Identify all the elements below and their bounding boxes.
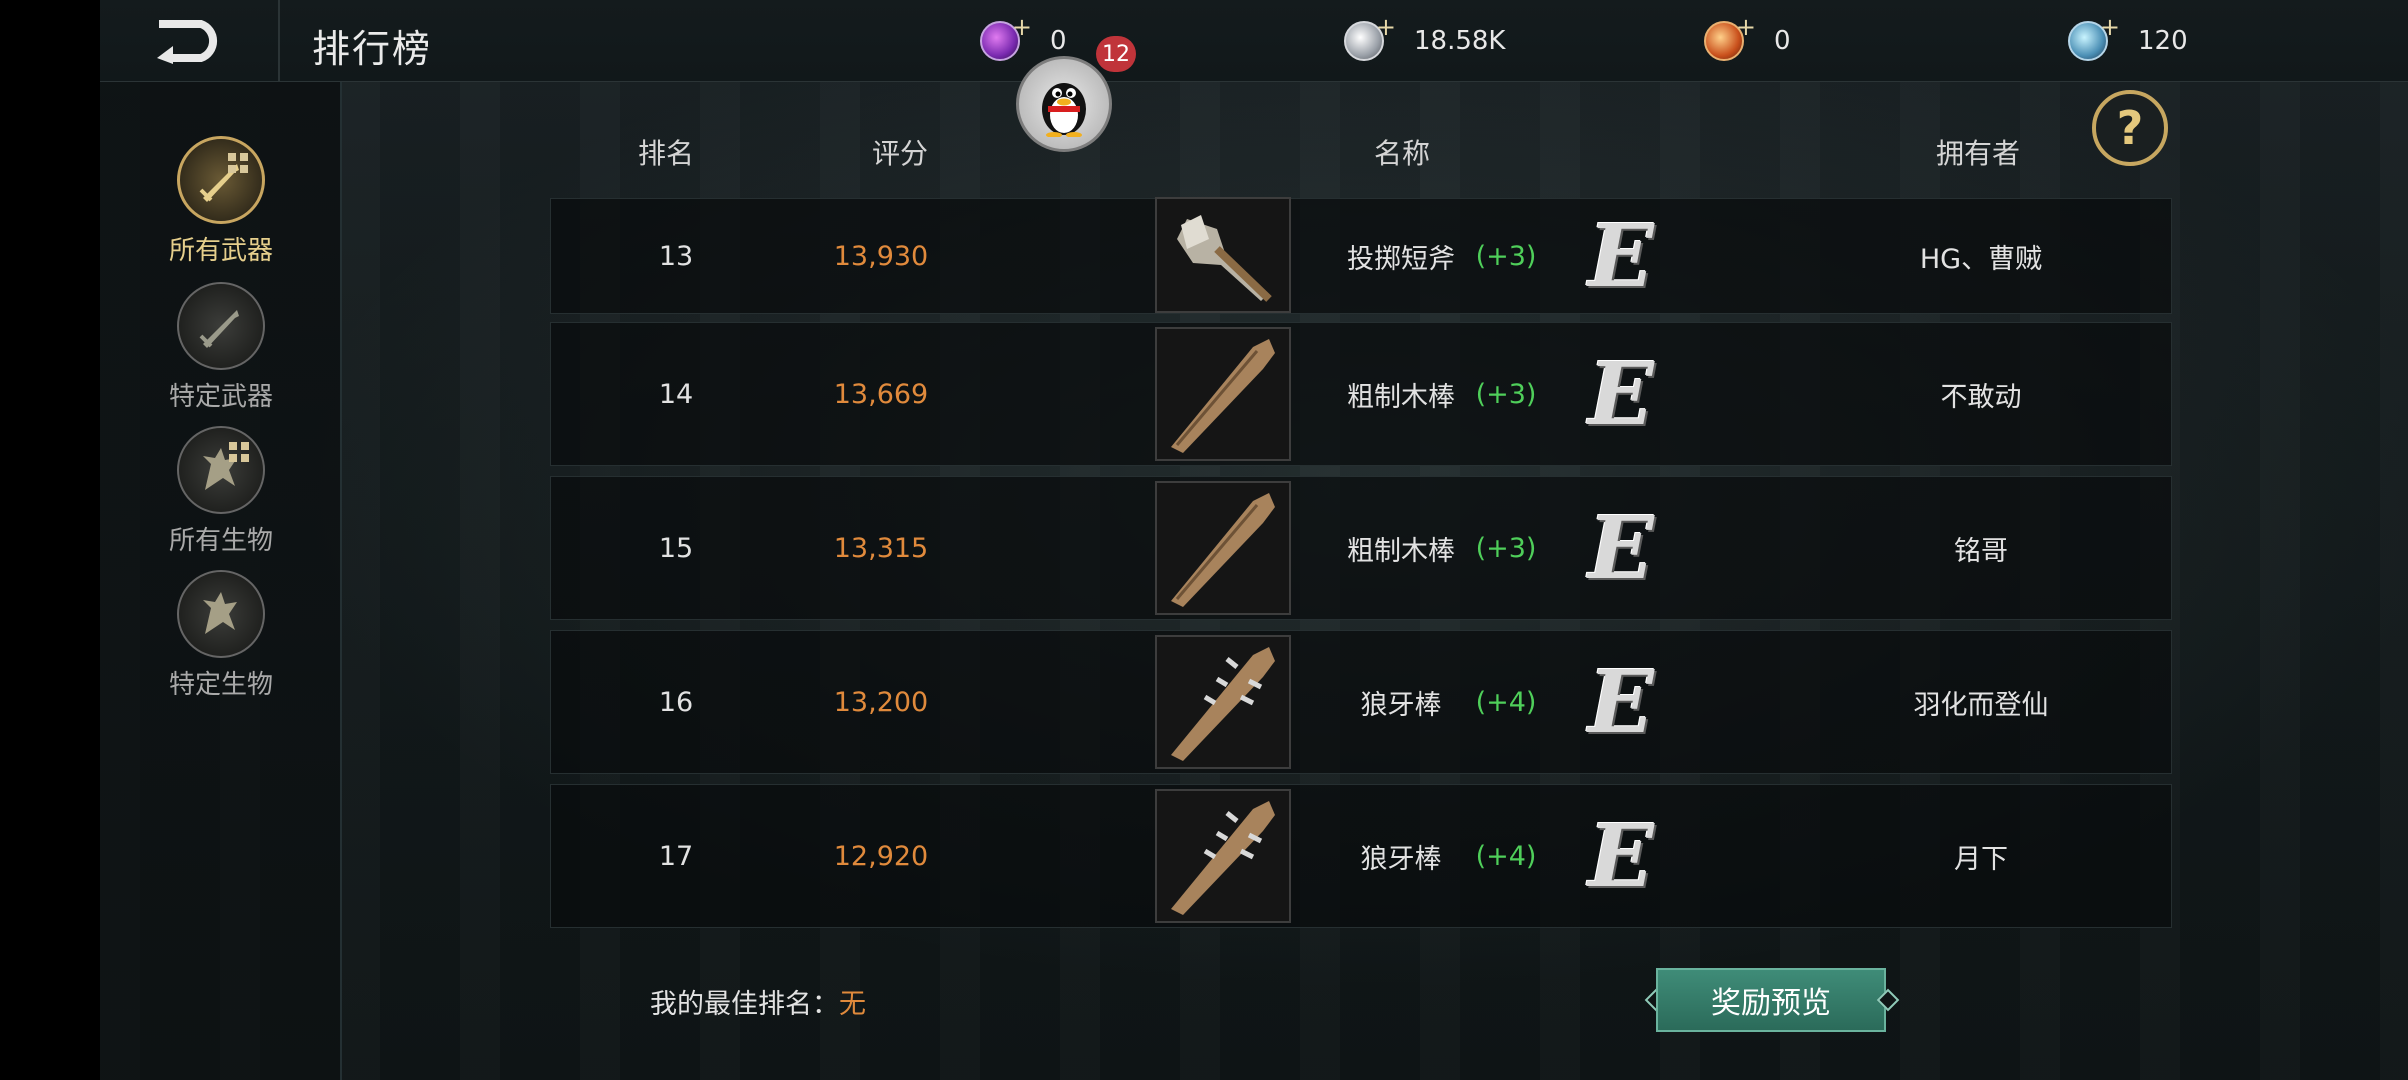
currency-gold[interactable]: + 0: [1704, 15, 1791, 64]
axe-icon: [1155, 197, 1291, 313]
rank-value: 14: [658, 378, 694, 410]
currency-value: 18.58K: [1414, 26, 1506, 56]
blue-gem-icon: +: [2068, 15, 2120, 61]
spiked-club-icon: [1155, 635, 1291, 769]
screen-edge: [0, 0, 100, 1080]
weapon-level: (+3): [1475, 532, 1537, 564]
currency-silver[interactable]: + 18.58K: [1344, 15, 1506, 64]
column-header-score: 评分: [872, 137, 929, 170]
rank-value: 15: [658, 532, 694, 564]
owner-name: 不敢动: [1940, 381, 2022, 413]
sidebar-item-all-creatures[interactable]: 所有生物: [100, 426, 342, 557]
ranking-row[interactable]: 15 13,315 粗制木棒 (+3) E 铭哥: [550, 476, 2172, 620]
score-value: 13,669: [833, 378, 929, 410]
score-value: 13,315: [833, 532, 929, 564]
owner-name: HG、曹贼: [1919, 243, 2043, 275]
owner-name: 铭哥: [1954, 535, 2008, 567]
category-sidebar: 所有武器 特定武器 所有生物 特定生物: [100, 82, 342, 1080]
dragon-grid-icon: [177, 426, 265, 514]
reward-preview-button[interactable]: 奖励预览: [1656, 968, 1886, 1032]
grade-letter: E: [1588, 205, 1654, 307]
currency-value: 120: [2138, 26, 2188, 56]
sidebar-item-specific-weapon[interactable]: 特定武器: [100, 282, 342, 413]
best-rank-value: 无: [839, 989, 866, 1020]
score-value: 12,920: [833, 840, 929, 872]
qq-avatar-button[interactable]: [1016, 56, 1112, 152]
column-header-rank: 排名: [638, 137, 695, 170]
wooden-club-icon: [1155, 481, 1291, 615]
grade-letter: E: [1588, 805, 1654, 907]
page-title: 排行榜: [312, 27, 433, 71]
score-value: 13,200: [833, 686, 929, 718]
column-header-name: 名称: [1374, 137, 1431, 170]
penguin-icon: [1042, 83, 1086, 137]
sword-grid-icon: [177, 136, 265, 224]
purple-gem-icon: +: [980, 15, 1032, 61]
sidebar-item-specific-creature[interactable]: 特定生物: [100, 570, 342, 701]
rank-value: 13: [658, 240, 694, 272]
silver-coin-icon: +: [1344, 15, 1396, 61]
sidebar-item-label: 特定生物: [168, 670, 273, 700]
weapon-level: (+3): [1475, 378, 1537, 410]
rank-value: 16: [658, 686, 694, 718]
back-arrow-icon: [157, 20, 218, 64]
wooden-club-icon: [1155, 327, 1291, 461]
notification-badge: 12: [1096, 36, 1136, 72]
column-header-owner: 拥有者: [1936, 137, 2021, 170]
grade-letter: E: [1588, 497, 1654, 599]
owner-name: 月下: [1954, 843, 2008, 875]
ranking-row[interactable]: 14 13,669 粗制木棒 (+3) E 不敢动: [550, 322, 2172, 466]
grade-letter: E: [1588, 343, 1654, 445]
score-value: 13,930: [833, 240, 929, 272]
sidebar-item-all-weapons[interactable]: 所有武器: [100, 136, 342, 267]
best-rank-label: 我的最佳排名：: [650, 989, 839, 1020]
currency-value: 0: [1050, 26, 1067, 56]
rank-value: 17: [658, 840, 694, 872]
back-button[interactable]: [155, 18, 225, 64]
currency-value: 0: [1774, 26, 1791, 56]
sidebar-item-label: 特定武器: [168, 382, 273, 412]
sidebar-item-label: 所有生物: [168, 526, 273, 556]
help-button[interactable]: ?: [2092, 90, 2168, 166]
sword-icon: [177, 282, 265, 370]
grade-letter: E: [1588, 651, 1654, 753]
spiked-club-icon: [1155, 789, 1291, 923]
currency-blue[interactable]: + 120: [2068, 15, 2188, 64]
ranking-row[interactable]: 17 12,920 狼牙棒 (+4) E 月下: [550, 784, 2172, 928]
best-rank: 我的最佳排名：无: [650, 982, 866, 1021]
weapon-level: (+4): [1475, 840, 1537, 872]
sidebar-item-label: 所有武器: [168, 236, 273, 266]
ranking-row[interactable]: 13 13,930 投掷短斧 (+3) E HG、曹贼: [550, 197, 2172, 314]
weapon-level: (+4): [1475, 686, 1537, 718]
weapon-level: (+3): [1475, 240, 1537, 272]
header-divider: [278, 0, 280, 82]
dragon-icon: [177, 570, 265, 658]
owner-name: 羽化而登仙: [1913, 689, 2049, 721]
top-bar: 排行榜 + 0 + 18.58K + 0 + 120: [100, 0, 2408, 82]
gold-coin-icon: +: [1704, 15, 1756, 61]
ranking-row[interactable]: 16 13,200 狼牙棒 (+4) E 羽化而登仙: [550, 630, 2172, 774]
